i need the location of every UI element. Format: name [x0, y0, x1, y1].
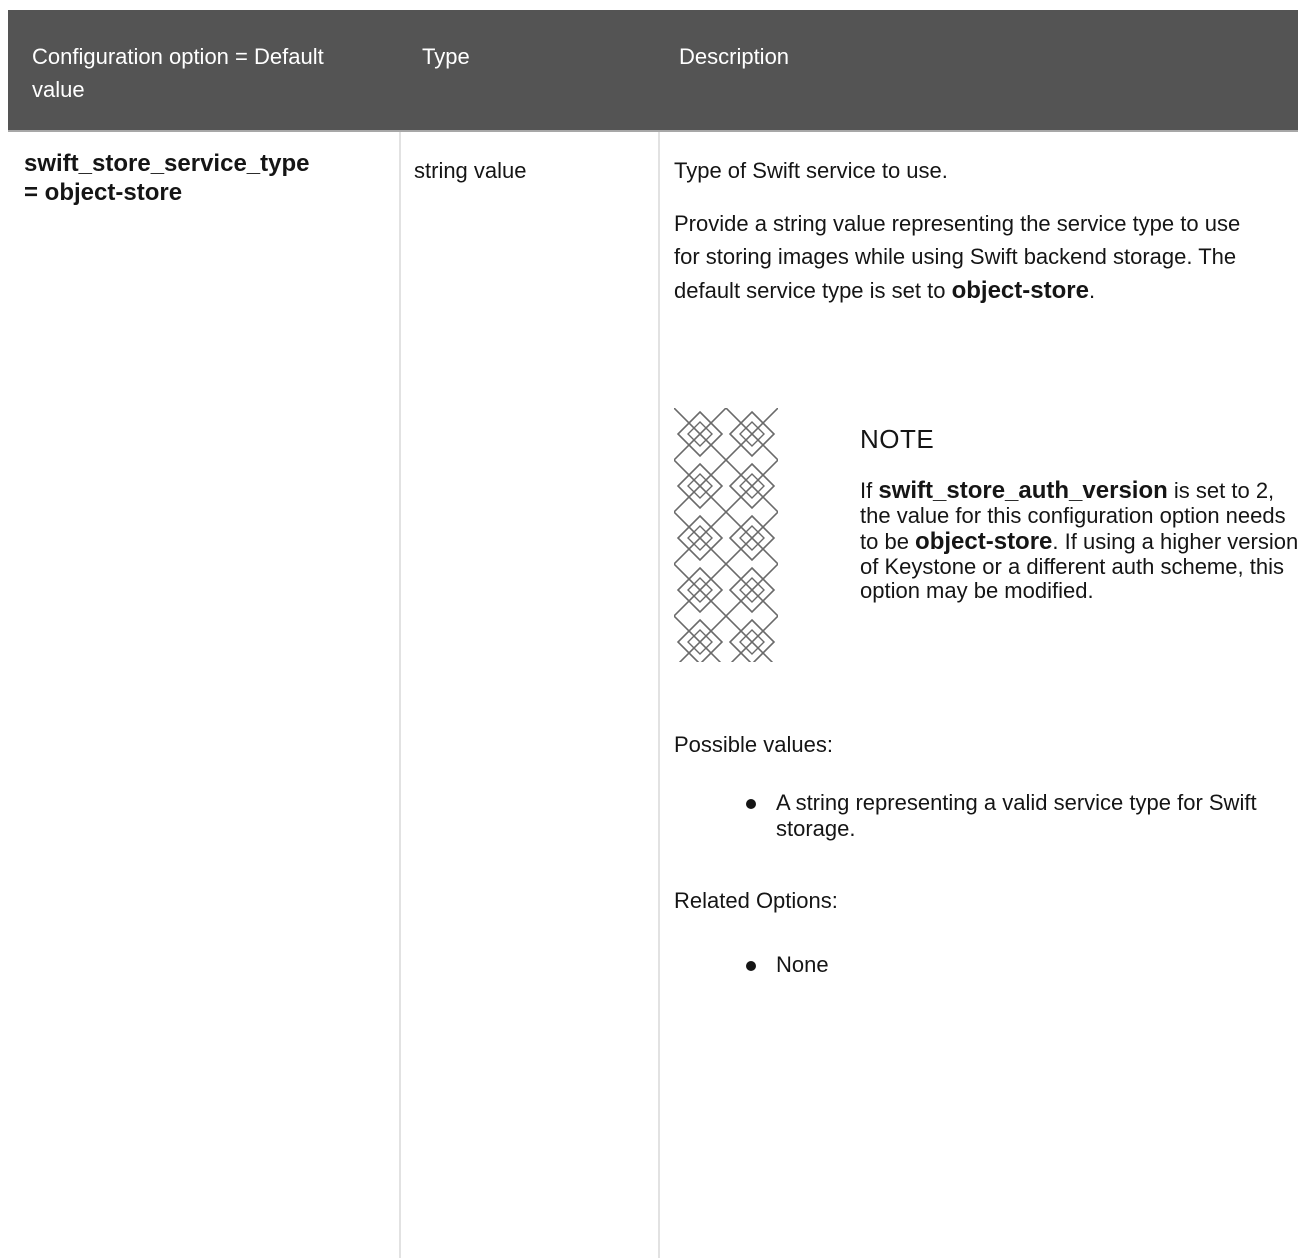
note-pattern-icon	[674, 408, 778, 662]
possible-values-label: Possible values:	[674, 732, 833, 757]
description-summary: Type of Swift service to use.	[674, 158, 948, 183]
possible-values-list: A string representing a valid service ty…	[674, 790, 1294, 842]
option-description: Type of Swift service to use. Provide a …	[674, 154, 1262, 309]
option-default: = object-store	[24, 178, 183, 206]
list-item: None	[674, 952, 1294, 978]
option-name-line1: swift_store_service_type	[24, 150, 310, 177]
default-value-code: object-store	[951, 277, 1089, 304]
note-body: If swift_store_auth_version is set to 2,…	[860, 477, 1298, 603]
note-text: If	[860, 478, 879, 503]
list-item-text: None	[776, 952, 829, 977]
description-detail-end: .	[1088, 278, 1096, 303]
table-header: Configuration option = Default value Typ…	[8, 10, 1298, 132]
note-code-object-store: object-store	[915, 527, 1053, 555]
description-detail: Provide a string value representing the …	[674, 207, 1262, 309]
option-name: swift_store_service_type = object-store	[24, 150, 379, 208]
list-item: A string representing a valid service ty…	[674, 790, 1294, 842]
bullet-icon	[746, 961, 756, 971]
note-code-auth-version: swift_store_auth_version	[878, 477, 1168, 504]
option-type: string value	[414, 158, 527, 183]
header-type: Type	[422, 44, 470, 69]
header-config-option: Configuration option = Default value	[32, 44, 324, 102]
bullet-icon	[746, 799, 756, 809]
list-item-text: A string representing a valid service ty…	[776, 790, 1257, 841]
note-title: NOTE	[860, 424, 935, 454]
column-divider	[658, 132, 660, 1258]
related-options-list: None	[674, 952, 1294, 978]
column-divider	[399, 132, 401, 1258]
related-options-label: Related Options:	[674, 888, 838, 913]
header-description: Description	[679, 44, 790, 69]
note-admonition: NOTE If swift_store_auth_version is set …	[674, 408, 1298, 670]
